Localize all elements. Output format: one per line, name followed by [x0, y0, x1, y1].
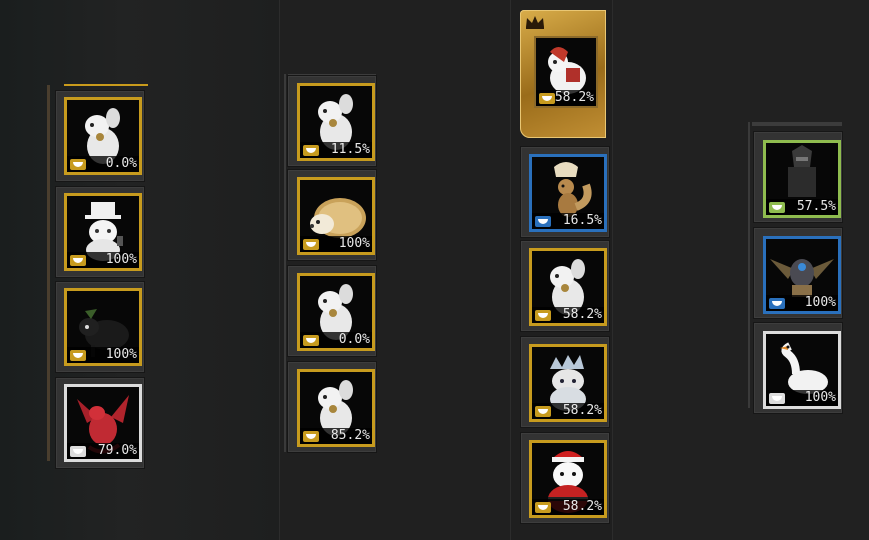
pet-bowl-icon [70, 255, 86, 266]
pet-portrait-frame: 100% [763, 236, 841, 314]
pet-portrait-frame: 85.2% [297, 369, 375, 447]
pet-slot[interactable]: 57.5% [754, 132, 842, 222]
panel-divider [279, 0, 280, 540]
pet-bowl-icon [303, 335, 319, 346]
feed-tag: 57.5% [766, 199, 838, 215]
pet-percent: 100% [804, 295, 836, 310]
pet-bowl-icon [539, 93, 555, 104]
pet-slot[interactable]: 85.2% [288, 362, 376, 452]
pet-portrait-frame: 0.0% [297, 273, 375, 351]
pet-bowl-icon [535, 406, 551, 417]
pet-slot[interactable]: 100% [288, 170, 376, 260]
feed-tag: 58.2% [532, 499, 604, 515]
feed-tag: 100% [300, 236, 372, 252]
pet-slot[interactable]: 11.5% [288, 76, 376, 166]
pet-portrait-frame: 58.2% [529, 440, 607, 518]
pet-percent: 100% [804, 390, 836, 405]
pet-bowl-icon [70, 350, 86, 361]
pet-bowl-icon [535, 216, 551, 227]
feed-tag: 58.2% [532, 307, 604, 323]
feed-tag: 100% [766, 390, 838, 406]
pet-portrait-frame: 100% [64, 288, 142, 366]
pet-slot[interactable]: 100% [754, 323, 842, 413]
pet-bowl-icon [769, 202, 785, 213]
pet-percent: 58.2% [562, 499, 602, 514]
pet-percent: 58.2% [562, 307, 602, 322]
pet-bowl-icon [303, 239, 319, 250]
pet-bowl-icon [70, 446, 86, 457]
pet-percent: 57.5% [796, 199, 836, 214]
pet-percent: 0.0% [105, 156, 137, 171]
feed-tag: 85.2% [300, 428, 372, 444]
column-rail [47, 85, 50, 461]
pet-portrait-frame: 79.0% [64, 384, 142, 462]
pet-portrait-frame: 100% [297, 177, 375, 255]
pet-slot[interactable]: 58.2% [521, 337, 609, 427]
pet-slot[interactable]: 0.0% [288, 266, 376, 356]
column-rail [748, 122, 750, 408]
panel-divider [510, 0, 511, 540]
column-rail [284, 74, 286, 452]
pet-percent: 16.5% [562, 213, 602, 228]
feed-tag: 16.5% [532, 213, 604, 229]
pet-portrait-frame: 100% [763, 331, 841, 409]
pet-slot[interactable]: 100% [754, 228, 842, 318]
pet-slot[interactable]: 100% [56, 187, 144, 277]
pet-portrait-frame: 16.5% [529, 154, 607, 232]
pet-slot[interactable]: 0.0% [56, 91, 144, 181]
pet-percent: 58.2% [562, 403, 602, 418]
pet-bowl-icon [535, 310, 551, 321]
pet-portrait-frame: 58.2% [534, 36, 598, 108]
pet-slot[interactable]: 100% [56, 282, 144, 372]
feed-tag: 100% [67, 347, 139, 363]
pet-portrait-frame: 100% [64, 193, 142, 271]
pet-bowl-icon [535, 502, 551, 513]
column-top-line [64, 84, 148, 86]
feed-tag: 0.0% [67, 156, 139, 172]
column-top-bar [752, 122, 842, 126]
pet-percent: 11.5% [330, 142, 370, 157]
pet-percent: 0.0% [338, 332, 370, 347]
pet-bowl-icon [769, 298, 785, 309]
feed-tag: 0.0% [300, 332, 372, 348]
feed-tag: 58.2% [536, 90, 596, 106]
pet-slot[interactable]: 58.2% [521, 241, 609, 331]
feed-tag: 100% [67, 252, 139, 268]
crown-icon [526, 16, 544, 29]
pet-portrait-frame: 57.5% [763, 140, 841, 218]
pet-portrait-frame: 11.5% [297, 83, 375, 161]
pet-percent: 100% [105, 252, 137, 267]
pet-slot[interactable]: 16.5% [521, 147, 609, 237]
pet-bowl-icon [303, 431, 319, 442]
pet-bowl-icon [70, 159, 86, 170]
pet-bowl-icon [769, 393, 785, 404]
pet-portrait-frame: 58.2% [529, 344, 607, 422]
feed-tag: 58.2% [532, 403, 604, 419]
pet-portrait-frame: 0.0% [64, 97, 142, 175]
pet-percent: 85.2% [330, 428, 370, 443]
pet-percent: 100% [338, 236, 370, 251]
pet-percent: 100% [105, 347, 137, 362]
pet-percent: 79.0% [97, 443, 137, 458]
pet-bowl-icon [303, 145, 319, 156]
feed-tag: 79.0% [67, 443, 139, 459]
pet-percent: 58.2% [554, 90, 594, 105]
feed-tag: 100% [766, 295, 838, 311]
panel-divider [612, 0, 613, 540]
pet-slot[interactable]: 79.0% [56, 378, 144, 468]
feed-tag: 11.5% [300, 142, 372, 158]
pet-slot[interactable]: 58.2% [521, 433, 609, 523]
featured-pet-card[interactable]: 58.2% [520, 10, 606, 138]
pet-portrait-frame: 58.2% [529, 248, 607, 326]
